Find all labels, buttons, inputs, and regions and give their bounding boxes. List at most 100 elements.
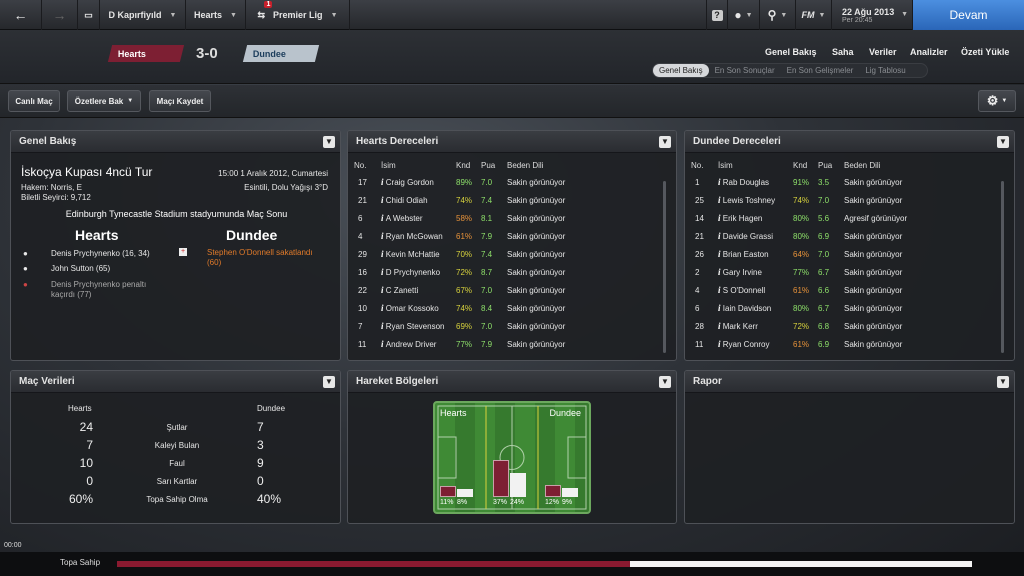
player-condition: 91% bbox=[793, 177, 810, 187]
continue-button[interactable]: Devam bbox=[913, 0, 1024, 30]
col-no[interactable]: No. bbox=[691, 157, 718, 173]
scrollbar[interactable] bbox=[1001, 181, 1004, 353]
subtab-latest-news[interactable]: En Son Gelişmeler bbox=[781, 64, 860, 77]
player-name-text[interactable]: Craig Gordon bbox=[386, 178, 434, 187]
table-row[interactable]: 26 i Brian Easton 64% 7.0 Sakin görünüyor bbox=[691, 245, 907, 263]
player-name-text[interactable]: Andrew Driver bbox=[386, 340, 437, 349]
col-rating[interactable]: Pua bbox=[481, 157, 507, 173]
player-body-language: Sakin görünüyor bbox=[507, 231, 566, 241]
subtab-latest-results[interactable]: En Son Sonuçlar bbox=[709, 64, 781, 77]
player-body-language: Sakin görünüyor bbox=[844, 195, 903, 205]
player-name-text[interactable]: A Webster bbox=[386, 214, 423, 223]
nav-analysis[interactable]: Analizler bbox=[910, 47, 948, 57]
player-name-text[interactable]: Iain Davidson bbox=[723, 304, 771, 313]
highlights-button[interactable]: Özetlere Bak ▼ bbox=[67, 90, 141, 112]
nav-upload-highlights[interactable]: Özeti Yükle bbox=[961, 47, 1009, 57]
player-number: 21 bbox=[695, 231, 704, 241]
table-row[interactable]: 14 i Erik Hagen 80% 5.6 Agresif görünüyor bbox=[691, 209, 907, 227]
attendance: Biletli Seyirci: 9,712 bbox=[21, 193, 91, 202]
stat-label: Şutlar bbox=[166, 423, 188, 432]
player-condition: 58% bbox=[456, 213, 473, 223]
col-rating[interactable]: Pua bbox=[818, 157, 844, 173]
player-name: i Brian Easton bbox=[718, 245, 793, 263]
panel-menu-icon[interactable]: ▼ bbox=[323, 136, 335, 148]
table-row[interactable]: 4 i Ryan McGowan 61% 7.9 Sakin görünüyor bbox=[354, 227, 565, 245]
player-name-text[interactable]: Chidi Odiah bbox=[386, 196, 428, 205]
table-row[interactable]: 22 i C Zanetti 67% 7.0 Sakin görünüyor bbox=[354, 281, 565, 299]
table-row[interactable]: 4 i S O'Donnell 61% 6.6 Sakin görünüyor bbox=[691, 281, 907, 299]
table-row[interactable]: 7 i Ryan Stevenson 69% 7.0 Sakin görünüyor bbox=[354, 317, 565, 335]
club-menu[interactable]: D Kapırfiyıld ▼ bbox=[100, 0, 186, 30]
panel-menu-icon[interactable]: ▼ bbox=[997, 136, 1009, 148]
zone-away-bar bbox=[510, 473, 526, 497]
player-name-text[interactable]: Ryan McGowan bbox=[386, 232, 443, 241]
col-condition[interactable]: Knd bbox=[793, 157, 818, 173]
globe-button[interactable]: ● ▼ bbox=[728, 0, 760, 30]
table-row[interactable]: 1 i Rab Douglas 91% 3.5 Sakin görünüyor bbox=[691, 173, 907, 191]
player-name-text[interactable]: Omar Kossoko bbox=[386, 304, 439, 313]
table-row[interactable]: 29 i Kevin McHattie 70% 7.4 Sakin görünüyor bbox=[354, 245, 565, 263]
table-row[interactable]: 28 i Mark Kerr 72% 6.8 Sakin görünüyor bbox=[691, 317, 907, 335]
stat-label: Sarı Kartlar bbox=[156, 477, 198, 486]
player-name-text[interactable]: Erik Hagen bbox=[723, 214, 763, 223]
table-row[interactable]: 11 i Andrew Driver 77% 7.9 Sakin görünüyor bbox=[354, 335, 565, 353]
player-name-text[interactable]: Brian Easton bbox=[723, 250, 769, 259]
nav-pitch[interactable]: Saha bbox=[832, 47, 854, 57]
player-name-text[interactable]: S O'Donnell bbox=[723, 286, 765, 295]
player-name-text[interactable]: Gary Irvine bbox=[723, 268, 762, 277]
search-button[interactable]: ⚲ ▼ bbox=[760, 0, 796, 30]
panel-menu-icon[interactable]: ▼ bbox=[997, 376, 1009, 388]
panel-menu-icon[interactable]: ▼ bbox=[659, 376, 671, 388]
nav-stats[interactable]: Veriler bbox=[869, 47, 897, 57]
col-body-language[interactable]: Beden Dili bbox=[844, 157, 907, 173]
forward-button[interactable]: → bbox=[42, 0, 78, 30]
col-no[interactable]: No. bbox=[354, 157, 381, 173]
player-name-text[interactable]: Davide Grassi bbox=[723, 232, 773, 241]
player-body-language: Sakin görünüyor bbox=[844, 267, 903, 277]
col-name[interactable]: İsim bbox=[718, 157, 793, 173]
table-row[interactable]: 17 i Craig Gordon 89% 7.0 Sakin görünüyor bbox=[354, 173, 565, 191]
table-row[interactable]: 21 i Davide Grassi 80% 6.9 Sakin görünüyor bbox=[691, 227, 907, 245]
player-name-text[interactable]: Rab Douglas bbox=[723, 178, 769, 187]
table-row[interactable]: 6 i A Webster 58% 8.1 Sakin görünüyor bbox=[354, 209, 565, 227]
table-row[interactable]: 21 i Chidi Odiah 74% 7.4 Sakin görünüyor bbox=[354, 191, 565, 209]
player-body-language: Sakin görünüyor bbox=[844, 177, 903, 187]
player-name-text[interactable]: Ryan Stevenson bbox=[386, 322, 445, 331]
subtab-overview[interactable]: Genel Bakış bbox=[653, 64, 709, 77]
scrollbar[interactable] bbox=[663, 181, 666, 353]
player-name-text[interactable]: Mark Kerr bbox=[723, 322, 758, 331]
table-row[interactable]: 2 i Gary Irvine 77% 6.7 Sakin görünüyor bbox=[691, 263, 907, 281]
live-match-button[interactable]: Canlı Maç bbox=[8, 90, 60, 112]
back-button[interactable]: ← bbox=[0, 0, 42, 30]
competition-menu[interactable]: ⇆ 1 Premier Lig ▼ bbox=[246, 0, 350, 30]
col-condition[interactable]: Knd bbox=[456, 157, 481, 173]
col-name[interactable]: İsim bbox=[381, 157, 456, 173]
help-button[interactable]: ? bbox=[706, 0, 728, 30]
nav-overview[interactable]: Genel Bakış bbox=[765, 47, 817, 57]
player-name-text[interactable]: Kevin McHattie bbox=[386, 250, 440, 259]
away-team-tag[interactable]: Dundee bbox=[242, 45, 320, 62]
home-team-tag[interactable]: Hearts bbox=[107, 45, 185, 62]
table-row[interactable]: 25 i Lewis Toshney 74% 7.0 Sakin görünüyor bbox=[691, 191, 907, 209]
save-match-button[interactable]: Maçı Kaydet bbox=[149, 90, 211, 112]
player-name-text[interactable]: D Prychynenko bbox=[386, 268, 440, 277]
home-button[interactable]: ▭ bbox=[78, 0, 100, 30]
col-body-language[interactable]: Beden Dili bbox=[507, 157, 565, 173]
team-menu[interactable]: Hearts ▼ bbox=[186, 0, 246, 30]
table-row[interactable]: 16 i D Prychynenko 72% 8.7 Sakin görünüyor bbox=[354, 263, 565, 281]
subtab-league-table[interactable]: Lig Tablosu bbox=[859, 64, 911, 77]
table-row[interactable]: 11 i Ryan Conroy 61% 6.9 Sakin görünüyor bbox=[691, 335, 907, 353]
date-display[interactable]: 22 Ağu 2013 Per 20:45 ▼ bbox=[832, 0, 913, 30]
player-name-text[interactable]: Lewis Toshney bbox=[723, 196, 775, 205]
player-number: 11 bbox=[695, 339, 704, 349]
table-row[interactable]: 6 i Iain Davidson 80% 6.7 Sakin görünüyor bbox=[691, 299, 907, 317]
player-name-text[interactable]: C Zanetti bbox=[386, 286, 418, 295]
globe-icon: ● bbox=[734, 8, 742, 22]
player-name-text[interactable]: Ryan Conroy bbox=[723, 340, 770, 349]
panel-menu-icon[interactable]: ▼ bbox=[659, 136, 671, 148]
player-condition: 77% bbox=[456, 339, 473, 349]
fm-menu[interactable]: FM ▼ bbox=[796, 0, 832, 30]
table-row[interactable]: 10 i Omar Kossoko 74% 8.4 Sakin görünüyor bbox=[354, 299, 565, 317]
settings-button[interactable]: ⚙ ▼ bbox=[978, 90, 1016, 112]
panel-menu-icon[interactable]: ▼ bbox=[323, 376, 335, 388]
